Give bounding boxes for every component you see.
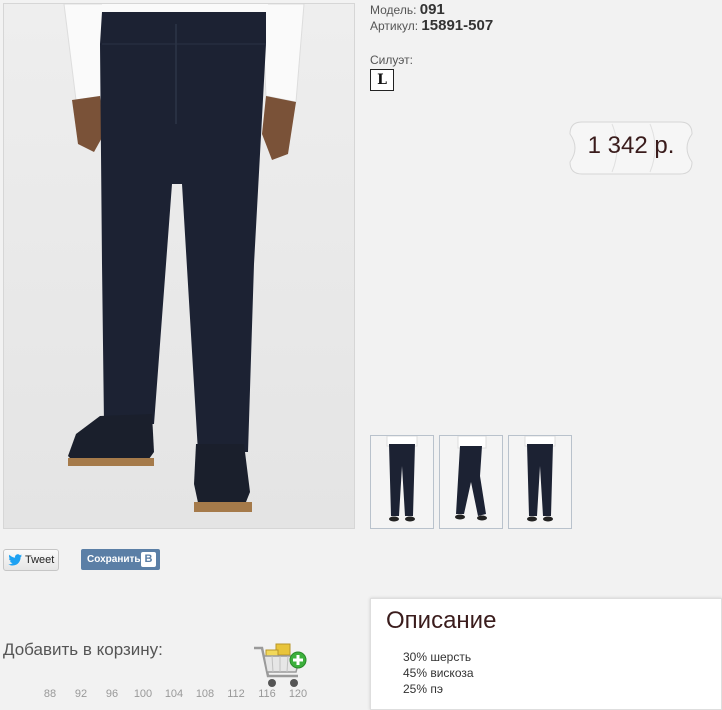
article-line: Артикул: 15891-507 — [370, 18, 493, 34]
composition-item: 25% пэ — [403, 682, 443, 696]
add-to-cart-icon[interactable] — [252, 642, 310, 690]
description-title: Описание — [386, 607, 497, 634]
tweet-label: Tweet — [25, 554, 55, 566]
price-value: 1 342 р. — [587, 132, 675, 159]
composition-item: 45% вискоза — [403, 666, 474, 680]
add-to-cart-label: Добавить в корзину: — [3, 640, 163, 659]
twitter-bird-icon — [8, 554, 22, 566]
model-label: Модель: — [370, 3, 417, 17]
model-line: Модель: 091 — [370, 2, 445, 18]
description-panel: Описание 30% шерсть 45% вискоза 25% пэ — [370, 598, 722, 710]
article-value: 15891-507 — [421, 17, 494, 34]
size-option[interactable]: 112 — [225, 688, 247, 700]
size-option[interactable]: 104 — [163, 688, 185, 700]
price-tag: 1 342 р. — [568, 120, 694, 176]
vk-logo-icon: В — [141, 552, 156, 567]
vk-save-button[interactable]: Сохранить В — [81, 549, 160, 570]
article-label: Артикул: — [370, 19, 419, 33]
size-option[interactable]: 100 — [132, 688, 154, 700]
model-value: 091 — [419, 1, 445, 18]
size-option[interactable]: 108 — [194, 688, 216, 700]
size-option[interactable]: 96 — [101, 688, 123, 700]
size-option[interactable]: 88 — [39, 688, 61, 700]
silhouette-badge: L — [370, 69, 394, 91]
composition-item: 30% шерсть — [403, 650, 472, 664]
size-option[interactable]: 120 — [287, 688, 309, 700]
silhouette-label: Силуэт: — [370, 53, 413, 67]
product-thumbnail-side[interactable] — [439, 435, 503, 529]
size-option[interactable]: 92 — [70, 688, 92, 700]
product-thumbnail-back[interactable] — [508, 435, 572, 529]
product-thumbnail-front[interactable] — [370, 435, 434, 529]
tweet-button[interactable]: Tweet — [3, 549, 59, 571]
main-product-photo[interactable] — [3, 3, 355, 529]
vk-save-label: Сохранить — [87, 554, 141, 565]
size-option[interactable]: 116 — [256, 688, 278, 700]
